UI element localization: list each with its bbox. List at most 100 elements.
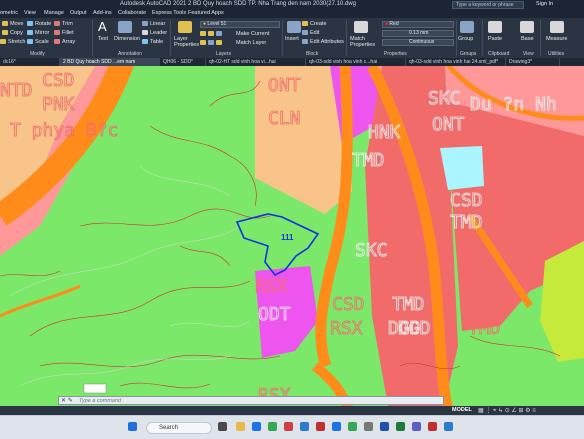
layer-tools-icons[interactable] bbox=[200, 31, 224, 37]
menu-item-output[interactable]: Output bbox=[70, 10, 87, 16]
excel-icon[interactable] bbox=[396, 422, 405, 431]
close-icon[interactable]: ✕ ✎ bbox=[61, 397, 73, 404]
file-explorer-icon[interactable] bbox=[236, 422, 245, 431]
menu-item-manage[interactable]: Manage bbox=[44, 10, 64, 16]
zone-label: RSX bbox=[255, 276, 288, 297]
app-icon[interactable] bbox=[284, 422, 293, 431]
word-icon[interactable] bbox=[380, 422, 389, 431]
text-button[interactable]: Text bbox=[98, 36, 108, 42]
pdf-icon[interactable] bbox=[428, 422, 437, 431]
utilities-panel-label[interactable]: Utilities bbox=[548, 51, 564, 57]
status-toggle-icons[interactable]: ▦ ⋮ ⌖ ↳ ⊙ ∠ ⊞ ⚙ ≡ bbox=[478, 407, 536, 415]
app-icon-5[interactable] bbox=[444, 422, 453, 431]
menu-item-isometric[interactable]: ometric bbox=[0, 10, 18, 16]
app-icon-4[interactable] bbox=[364, 422, 373, 431]
measure-button[interactable]: Measure bbox=[546, 36, 567, 42]
modify-panel-label[interactable]: Modify bbox=[30, 51, 45, 57]
linetype-dropdown[interactable]: Continuous bbox=[382, 39, 454, 46]
tab-qh03[interactable]: qh-03-sdd vinh hoa vinh c...hai 29.01.20… bbox=[306, 58, 406, 66]
linear-dropdown[interactable]: Linear bbox=[142, 21, 165, 27]
layers-panel-label[interactable]: Layers bbox=[216, 51, 231, 57]
scale-button[interactable]: Scale bbox=[27, 39, 49, 45]
copy-icon bbox=[2, 30, 8, 36]
base-view-icon bbox=[520, 21, 534, 33]
properties-panel-label[interactable]: Properties bbox=[384, 51, 407, 57]
tab-dc16[interactable]: dc16* bbox=[0, 58, 60, 66]
annotation-panel-label[interactable]: Annotation bbox=[118, 51, 142, 57]
insert-button[interactable]: Insert bbox=[285, 36, 299, 42]
layer-tool-icon bbox=[208, 40, 214, 46]
mirror-button[interactable]: Mirror bbox=[27, 30, 49, 36]
task-view-icon[interactable] bbox=[218, 422, 227, 431]
ribbon-separator bbox=[170, 20, 171, 56]
view-panel-label[interactable]: View bbox=[523, 51, 534, 57]
tab-qh03-pdf[interactable]: qh-03-sdd vinh hoa vinh hai 24.xml_pdf* bbox=[406, 58, 506, 66]
measure-icon bbox=[550, 21, 564, 33]
teams-icon[interactable] bbox=[412, 422, 421, 431]
command-line[interactable]: ✕ ✎ Type a command bbox=[58, 396, 444, 405]
rotate-icon bbox=[27, 21, 33, 27]
start-icon[interactable] bbox=[128, 422, 137, 431]
move-button[interactable]: Move bbox=[2, 21, 23, 27]
command-input[interactable]: Type a command bbox=[79, 398, 121, 404]
menu-item-express-tools[interactable]: Express Tools bbox=[152, 10, 186, 16]
paste-icon bbox=[488, 21, 502, 33]
app-icon-2[interactable] bbox=[332, 422, 341, 431]
mirror-icon bbox=[27, 30, 33, 36]
array-button[interactable]: Array bbox=[54, 39, 75, 45]
trim-button[interactable]: Trim bbox=[54, 21, 73, 27]
rotate-button[interactable]: Rotate bbox=[27, 21, 51, 27]
edge-icon[interactable] bbox=[252, 422, 261, 431]
base-view-button[interactable]: Base bbox=[521, 36, 534, 42]
paste-button[interactable]: Paste bbox=[488, 36, 502, 42]
copy-button[interactable]: Copy bbox=[2, 30, 23, 36]
sign-in-link[interactable]: Sign In bbox=[536, 1, 553, 7]
match-properties-icon bbox=[354, 21, 368, 33]
status-bar: MODEL ▦ ⋮ ⌖ ↳ ⊙ ∠ ⊞ ⚙ ≡ bbox=[0, 406, 584, 415]
make-current-button[interactable]: Make Current bbox=[236, 31, 269, 37]
autocad-icon[interactable] bbox=[316, 422, 325, 431]
chrome-icon[interactable] bbox=[268, 422, 277, 431]
block-panel-label[interactable]: Block bbox=[306, 51, 318, 57]
tab-quy-hoach[interactable]: 2 BD Quy hoach SDD ...em nam 2030(27.10* bbox=[60, 58, 160, 73]
zone-label: TMD bbox=[352, 150, 385, 171]
tab-qh02[interactable]: qh-02-HT sdd vinh hoa vi...hai 29.01.202… bbox=[206, 58, 306, 66]
groups-panel-label[interactable]: Groups bbox=[460, 51, 476, 57]
edit-icon bbox=[302, 30, 308, 36]
match-properties-button[interactable]: Match Properties bbox=[350, 36, 375, 48]
edit-block-button[interactable]: Edit bbox=[302, 30, 319, 36]
zone-label: TMD bbox=[450, 212, 483, 233]
menu-item-addins[interactable]: Add-ins bbox=[93, 10, 112, 16]
dimension-button[interactable]: Dimension bbox=[114, 36, 140, 42]
layer-dropdown[interactable]: ● Level 51 bbox=[200, 21, 280, 28]
group-button[interactable]: Group bbox=[458, 36, 473, 42]
menu-item-view[interactable]: View bbox=[24, 10, 36, 16]
taskbar-search[interactable]: Search bbox=[146, 422, 212, 434]
app-icon-3[interactable] bbox=[348, 422, 357, 431]
table-button[interactable]: Table bbox=[142, 39, 163, 45]
color-dropdown[interactable]: ■ Red bbox=[382, 21, 454, 28]
lineweight-dropdown[interactable]: 0.13 mm bbox=[382, 30, 454, 37]
layer-tools-icons-2[interactable] bbox=[200, 40, 224, 46]
zone-label: PNK bbox=[42, 94, 75, 115]
leader-dropdown[interactable]: Leader bbox=[142, 30, 167, 36]
model-space-button[interactable]: MODEL bbox=[452, 407, 472, 413]
fillet-button[interactable]: Fillet bbox=[54, 30, 74, 36]
create-block-button[interactable]: Create bbox=[302, 21, 327, 27]
map-drawing[interactable]: NTD CSD PNK ONT SKC Du ?n Nh T phya B?c … bbox=[0, 66, 584, 406]
menu-item-collaborate[interactable]: Collaborate bbox=[118, 10, 146, 16]
zone-label: ODT bbox=[258, 304, 291, 325]
tab-qh06[interactable]: QH06 - SDD* bbox=[160, 58, 206, 66]
selected-parcel-outline[interactable] bbox=[235, 213, 320, 277]
menu-item-featured-apps[interactable]: Featured Apps bbox=[188, 10, 224, 16]
zalo-icon[interactable] bbox=[300, 422, 309, 431]
stretch-button[interactable]: Stretch bbox=[0, 39, 25, 45]
layer-properties-button[interactable]: Layer Properties bbox=[174, 36, 199, 48]
ribbon-separator bbox=[456, 20, 457, 56]
tab-drawing3[interactable]: Drawing3* bbox=[506, 58, 560, 66]
drawing-canvas[interactable]: NTD CSD PNK ONT SKC Du ?n Nh T phya B?c … bbox=[0, 66, 584, 406]
edit-attributes-button[interactable]: Edit Attributes bbox=[302, 39, 344, 45]
match-layer-button[interactable]: Match Layer bbox=[236, 40, 266, 46]
help-search-input[interactable]: Type a keyword or phrase bbox=[452, 1, 524, 9]
clipboard-panel-label[interactable]: Clipboard bbox=[488, 51, 509, 57]
